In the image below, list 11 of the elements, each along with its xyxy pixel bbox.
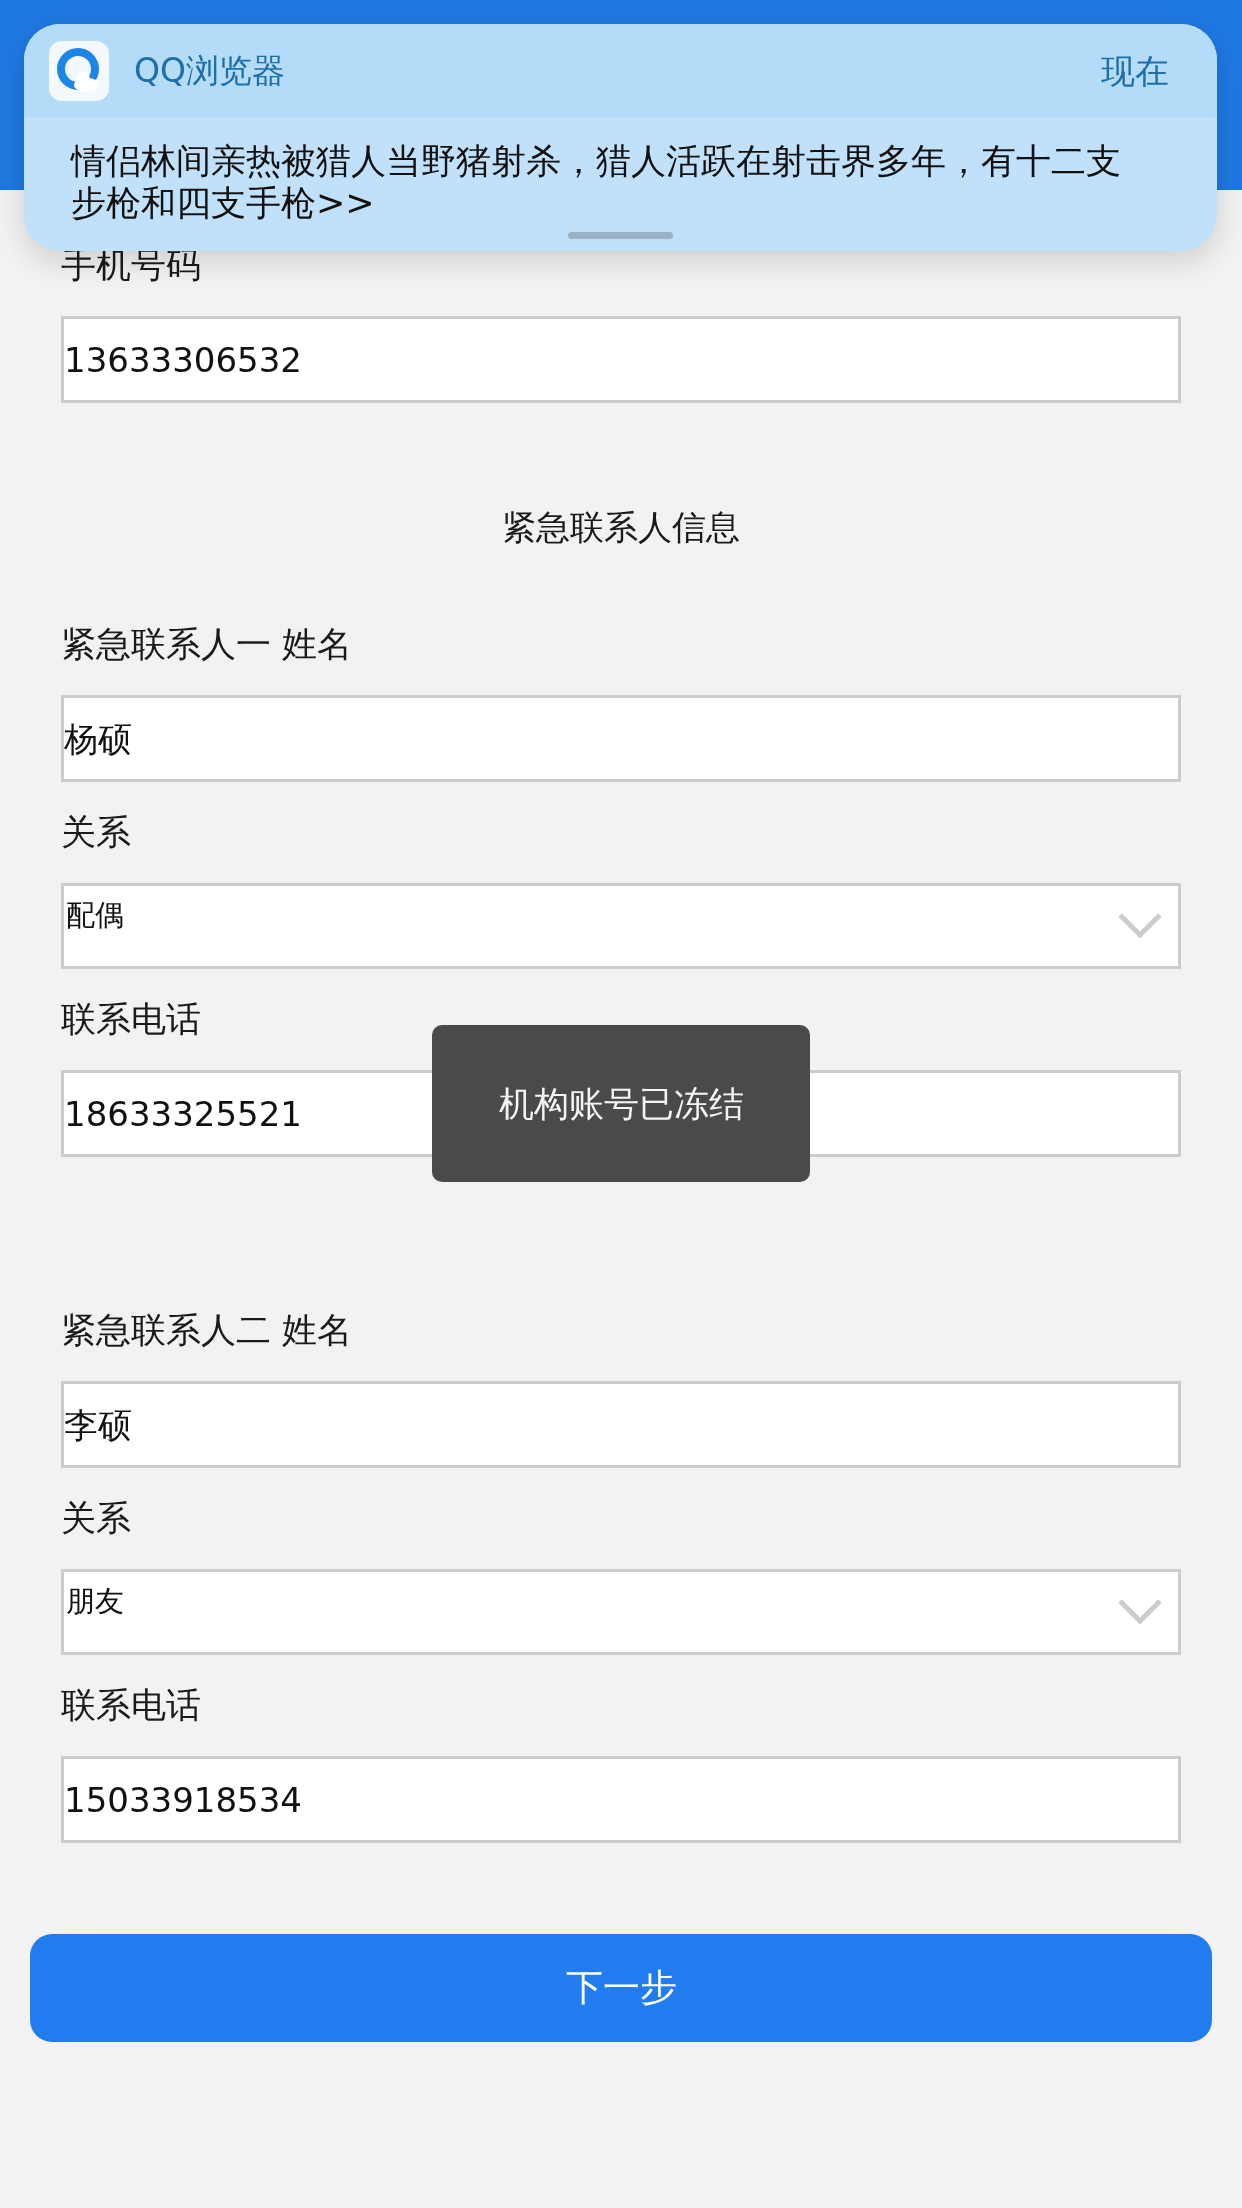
field-label: 紧急联系人一 姓名 (61, 624, 353, 664)
field-label: 紧急联系人二 姓名 (61, 1310, 353, 1350)
field-label: 关系 (61, 812, 131, 852)
notification-time: 现在 (1101, 50, 1169, 91)
toast: 机构账号已冻结 (432, 1025, 810, 1182)
field-label: 联系电话 (61, 999, 201, 1039)
field-label: 联系电话 (61, 1685, 201, 1725)
app-name: QQ浏览器 (134, 50, 285, 91)
notification-message: 情侣林间亲热被猎人当野猪射杀，猎人活跃在射击界多年，有十二支步枪和四支手枪>> (71, 140, 1122, 224)
section-title: 紧急联系人信息 (502, 507, 740, 547)
field-label: 关系 (61, 1498, 131, 1538)
